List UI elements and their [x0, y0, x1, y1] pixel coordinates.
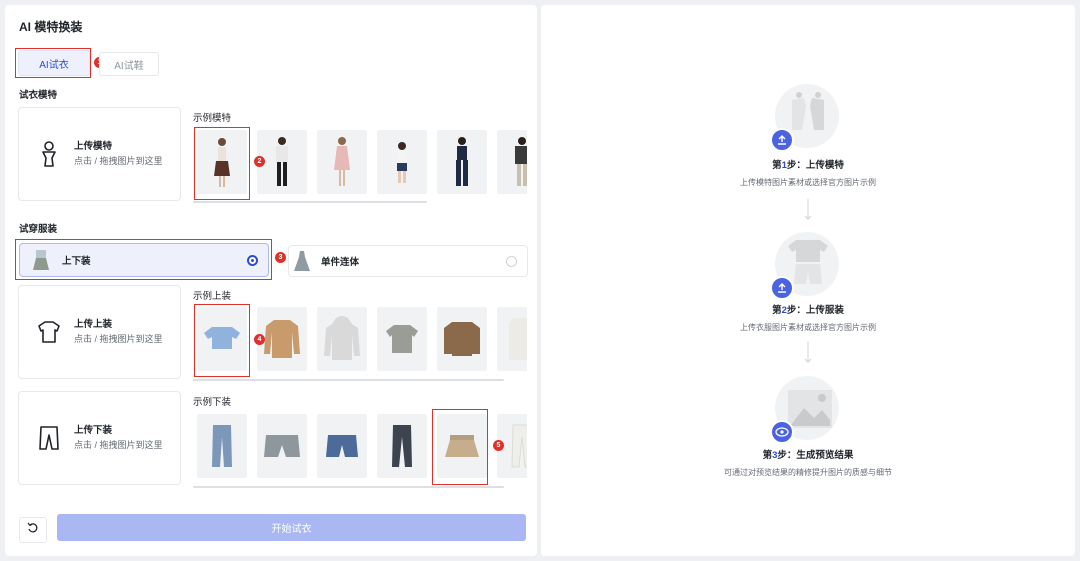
top-thumb-6[interactable]: [497, 307, 527, 371]
bottom-thumb-2[interactable]: [257, 414, 307, 478]
dress-icon: [293, 250, 311, 272]
skirt-icon: [32, 249, 50, 271]
reset-icon: [27, 521, 39, 539]
upload-model-title: 上传模特: [74, 141, 113, 152]
step-2: 第2步：上传服装 上传衣服图片素材或选择官方图片示例: [541, 302, 1075, 333]
bottom-thumb-1[interactable]: [197, 414, 247, 478]
start-tryon-button[interactable]: 开始试衣: [57, 514, 526, 541]
step-3-desc: 可通过对预览结果的精修提升图片的质感与细节: [724, 468, 892, 477]
top-thumb-4[interactable]: [377, 307, 427, 371]
garment-section-label: 试穿服装: [19, 224, 58, 235]
radio-selected[interactable]: [247, 255, 258, 266]
example-bottoms-label: 示例下装: [193, 397, 232, 408]
upload-bottom-card[interactable]: 上传下装 点击 / 拖拽图片到这里: [18, 391, 181, 485]
top-thumb-1[interactable]: [197, 307, 247, 371]
step-2-desc: 上传衣服图片素材或选择官方图片示例: [740, 323, 876, 332]
model-thumb-6[interactable]: [497, 130, 527, 194]
model-thumb-1[interactable]: [197, 130, 247, 194]
step-marker: 4: [254, 334, 265, 345]
upload-bottom-desc: 点击 / 拖拽图片到这里: [74, 440, 163, 450]
reset-button[interactable]: [19, 517, 47, 543]
top-thumb-3[interactable]: [317, 307, 367, 371]
bottoms-scrollbar[interactable]: [193, 486, 504, 488]
upload-top-title: 上传上装: [74, 319, 113, 330]
option-top-bottom[interactable]: 上下装: [19, 243, 269, 277]
step2-illustration: [770, 232, 842, 300]
option-label: 单件连体: [321, 257, 360, 268]
tab-ai-tryon[interactable]: AI试衣: [18, 50, 90, 76]
pants-icon: [37, 424, 61, 452]
arrow-down-icon: [804, 342, 812, 364]
step-1: 第1步：上传模特 上传模特图片素材或选择官方图片示例: [541, 157, 1075, 188]
example-models-list: [193, 130, 527, 202]
upload-top-card[interactable]: 上传上装 点击 / 拖拽图片到这里: [18, 285, 181, 379]
option-one-piece[interactable]: 单件连体: [288, 245, 528, 277]
config-panel: AI 模特换装 AI试衣 1 AI试鞋 试衣模特 上传模特 点击 / 拖拽图片到…: [5, 5, 537, 556]
models-scrollbar[interactable]: [193, 201, 427, 203]
example-bottoms-list: [193, 414, 527, 486]
step3-illustration: [770, 376, 842, 444]
page-title: AI 模特换装: [19, 20, 83, 34]
radio-unselected[interactable]: [506, 256, 517, 267]
model-thumb-5[interactable]: [437, 130, 487, 194]
upload-icon: [770, 276, 794, 300]
upload-model-card[interactable]: 上传模特 点击 / 拖拽图片到这里: [18, 107, 181, 201]
bottom-thumb-5[interactable]: [437, 414, 487, 478]
step1-illustration: [770, 84, 842, 152]
example-models-label: 示例模特: [193, 113, 232, 124]
tops-scrollbar[interactable]: [193, 379, 504, 381]
model-section-label: 试衣模特: [19, 90, 58, 101]
option-label: 上下装: [62, 256, 91, 267]
shirt-icon: [37, 318, 61, 346]
eye-icon: [770, 420, 794, 444]
example-tops-list: [193, 307, 527, 379]
model-thumb-3[interactable]: [317, 130, 367, 194]
step-marker: 5: [493, 440, 504, 451]
example-tops-label: 示例上装: [193, 291, 232, 302]
model-thumb-4[interactable]: [377, 130, 427, 194]
step-marker: 3: [275, 252, 286, 263]
bottom-thumb-4[interactable]: [377, 414, 427, 478]
preview-panel: 第1步：上传模特 上传模特图片素材或选择官方图片示例 第2步：上传服装 上传衣服…: [541, 5, 1075, 556]
tab-ai-shoes[interactable]: AI试鞋: [99, 52, 159, 76]
bottom-thumb-3[interactable]: [317, 414, 367, 478]
person-icon: [37, 140, 61, 168]
step-3: 第3步：生成预览结果 可通过对预览结果的精修提升图片的质感与细节: [541, 447, 1075, 478]
arrow-down-icon: [804, 199, 812, 221]
upload-icon: [770, 128, 794, 152]
step-1-desc: 上传模特图片素材或选择官方图片示例: [740, 178, 876, 187]
upload-bottom-title: 上传下装: [74, 425, 113, 436]
upload-top-desc: 点击 / 拖拽图片到这里: [74, 334, 163, 344]
upload-model-desc: 点击 / 拖拽图片到这里: [74, 156, 163, 166]
step-marker: 2: [254, 156, 265, 167]
top-thumb-5[interactable]: [437, 307, 487, 371]
